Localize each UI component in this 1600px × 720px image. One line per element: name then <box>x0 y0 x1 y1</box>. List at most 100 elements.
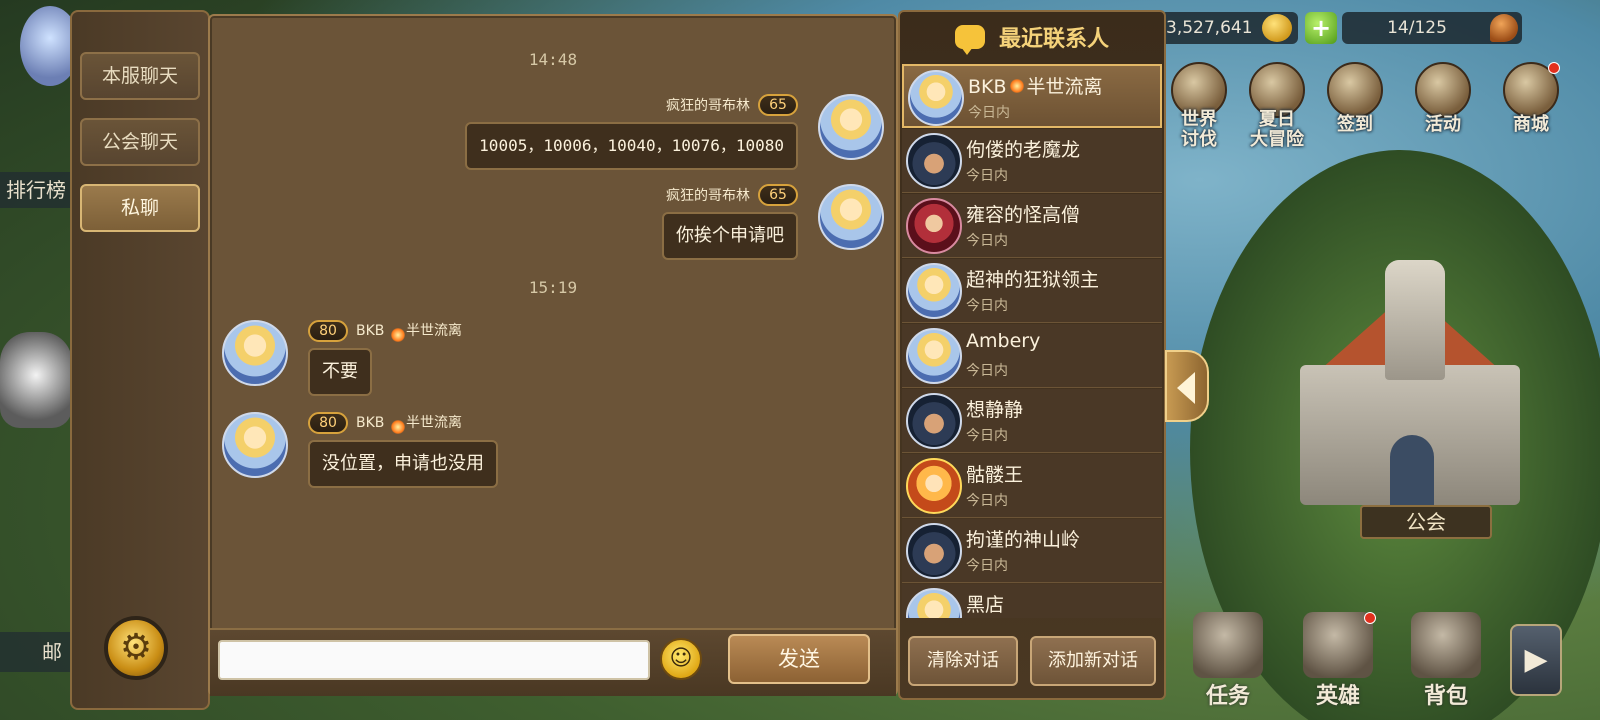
shop-label: 商城 <box>1513 114 1549 135</box>
activity-label: 活动 <box>1425 114 1461 135</box>
contact-name: 黑店 <box>966 590 1004 617</box>
sender-name-suffix: 半世流离 <box>406 323 462 339</box>
contacts-header: 最近联系人 <box>900 12 1164 62</box>
level-badge: 65 <box>758 94 798 116</box>
tab-server-chat[interactable]: 本服聊天 <box>80 52 200 100</box>
contact-name: 拘谨的神山岭 <box>966 525 1080 552</box>
contact-last-active: 今日内 <box>966 493 1008 509</box>
notification-dot <box>1548 62 1560 74</box>
sender-name: 疯狂的哥布林 <box>666 98 750 114</box>
gold-amount: 3,527,641 <box>1166 18 1253 38</box>
contact-list[interactable]: BKB 半世流离 今日内 佝偻的老魔龙 今日内 雍容的怪高僧 今日内 超神的狂狱领主 今日内 Am… <box>900 64 1164 618</box>
contact-name: 想静静 <box>966 395 1023 422</box>
quest-button[interactable]: 任务 <box>1186 612 1270 712</box>
contact-name-text: 佝偻的老魔龙 <box>966 139 1081 161</box>
mail-button[interactable]: 邮 <box>0 632 72 672</box>
gear-icon[interactable]: ⚙ <box>104 616 168 680</box>
sender-avatar[interactable] <box>222 320 288 386</box>
contact-name: 雍容的怪高僧 <box>966 200 1080 227</box>
contact-avatar <box>906 263 962 319</box>
contact-name-text: 骷髅王 <box>966 464 1024 486</box>
castle-tower <box>1385 260 1445 380</box>
contact-item[interactable]: 佝偻的老魔龙 今日内 <box>902 129 1162 193</box>
contact-item[interactable]: 拘谨的神山岭 今日内 <box>902 519 1162 583</box>
sender-name-prefix: BKB <box>356 323 385 339</box>
message-bubble: 没位置，申请也没用 <box>308 440 498 488</box>
bag-label: 背包 <box>1423 684 1468 709</box>
chat-bubble-icon <box>954 25 985 55</box>
stamina-amount: 14/125 <box>1387 18 1447 38</box>
spark-icon <box>1009 79 1024 93</box>
cat-mascot[interactable] <box>0 332 72 428</box>
contact-avatar <box>906 133 962 189</box>
contact-item[interactable]: BKB 半世流离今日内 <box>902 64 1162 128</box>
message-sender-suffix: 半世流离 <box>406 412 462 432</box>
hero-label: 英雄 <box>1315 684 1360 709</box>
contact-item[interactable]: 雍容的怪高僧 今日内 <box>902 194 1162 258</box>
chat-main: 14:48 疯狂的哥布林 65 10005，10006，10040，10076，… <box>208 14 898 696</box>
sender-name-prefix: BKB <box>356 415 385 431</box>
contact-last-active: 今日内 <box>966 168 1008 184</box>
contact-name-text: 雍容的怪高僧 <box>966 204 1081 226</box>
contact-last-active: 今日内 <box>966 298 1008 314</box>
helmet-icon <box>1303 612 1373 678</box>
tab-private-chat[interactable]: 私聊 <box>80 184 200 232</box>
contact-item[interactable]: Ambery 今日内 <box>902 324 1162 388</box>
message-bubble: 不要 <box>308 348 372 396</box>
world-raid-button[interactable]: 世界 讨伐 <box>1166 62 1232 150</box>
message-sender: 80 BKB <box>308 412 384 434</box>
level-badge: 80 <box>308 320 348 342</box>
timestamp: 15:19 <box>528 278 578 297</box>
activity-button[interactable]: 活动 <box>1410 62 1476 135</box>
guild-castle[interactable] <box>1290 260 1530 505</box>
input-bar: ☺ 发送 <box>210 628 896 696</box>
contact-name: BKB 半世流离 <box>968 72 1103 99</box>
contact-name-text: Ambery <box>966 330 1041 352</box>
contact-name: Ambery <box>966 330 1040 352</box>
level-badge: 80 <box>308 412 348 434</box>
contact-avatar <box>906 458 962 514</box>
sender-avatar[interactable] <box>818 184 884 250</box>
chat-input[interactable] <box>218 640 650 680</box>
contact-name-text: 拘谨的神山岭 <box>966 529 1081 551</box>
tab-guild-chat[interactable]: 公会聊天 <box>80 118 200 166</box>
clear-conversation-button[interactable]: 清除对话 <box>908 636 1018 686</box>
contact-avatar <box>908 70 964 126</box>
sender-avatar[interactable] <box>222 412 288 478</box>
castle-door <box>1390 435 1434 505</box>
emoji-icon[interactable]: ☺ <box>660 638 702 680</box>
expand-menu-arrow-icon[interactable]: ▶ <box>1510 624 1562 696</box>
hero-button[interactable]: 英雄 <box>1296 612 1380 712</box>
contact-name-text: 黑店 <box>966 594 1005 616</box>
contact-last-active: 今日内 <box>966 558 1008 574</box>
collapse-panel-arrow-icon[interactable] <box>1165 350 1209 422</box>
stamina-counter: 14/125 <box>1342 12 1522 44</box>
contacts-title: 最近联系人 <box>998 27 1109 52</box>
spark-icon <box>391 420 405 434</box>
guild-sign[interactable]: 公会 <box>1360 505 1492 539</box>
summer-adventure-button[interactable]: 夏日 大冒险 <box>1244 62 1310 150</box>
message-list[interactable]: 14:48 疯狂的哥布林 65 10005，10006，10040，10076，… <box>210 16 896 628</box>
contact-avatar <box>906 588 962 618</box>
message-bubble: 10005，10006，10040，10076，10080 <box>465 122 798 170</box>
contact-name-text: 超神的狂狱领主 <box>966 269 1100 291</box>
world-raid-label: 世界 讨伐 <box>1181 109 1217 150</box>
signin-button[interactable]: 签到 <box>1322 62 1388 135</box>
send-button[interactable]: 发送 <box>728 634 870 684</box>
contact-name: 佝偻的老魔龙 <box>966 135 1080 162</box>
contact-last-active: 今日内 <box>968 105 1010 121</box>
contact-actions: 清除对话 添加新对话 <box>900 624 1164 696</box>
bag-button[interactable]: 背包 <box>1404 612 1488 712</box>
contact-avatar <box>906 393 962 449</box>
add-conversation-button[interactable]: 添加新对话 <box>1030 636 1156 686</box>
shop-button[interactable]: 商城 <box>1498 62 1564 135</box>
contact-item[interactable]: 超神的狂狱领主今日内 <box>902 259 1162 323</box>
contact-item[interactable]: 想静静 今日内 <box>902 389 1162 453</box>
contact-item[interactable]: 骷髅王 今日内 <box>902 454 1162 518</box>
contact-item[interactable]: 黑店 <box>902 584 1162 618</box>
drumstick-icon <box>1490 14 1518 42</box>
leaderboard-button[interactable]: 排行榜 <box>0 172 72 208</box>
add-resource-button[interactable]: + <box>1305 12 1337 44</box>
gold-coin-icon <box>1262 14 1292 42</box>
sender-avatar[interactable] <box>818 94 884 160</box>
